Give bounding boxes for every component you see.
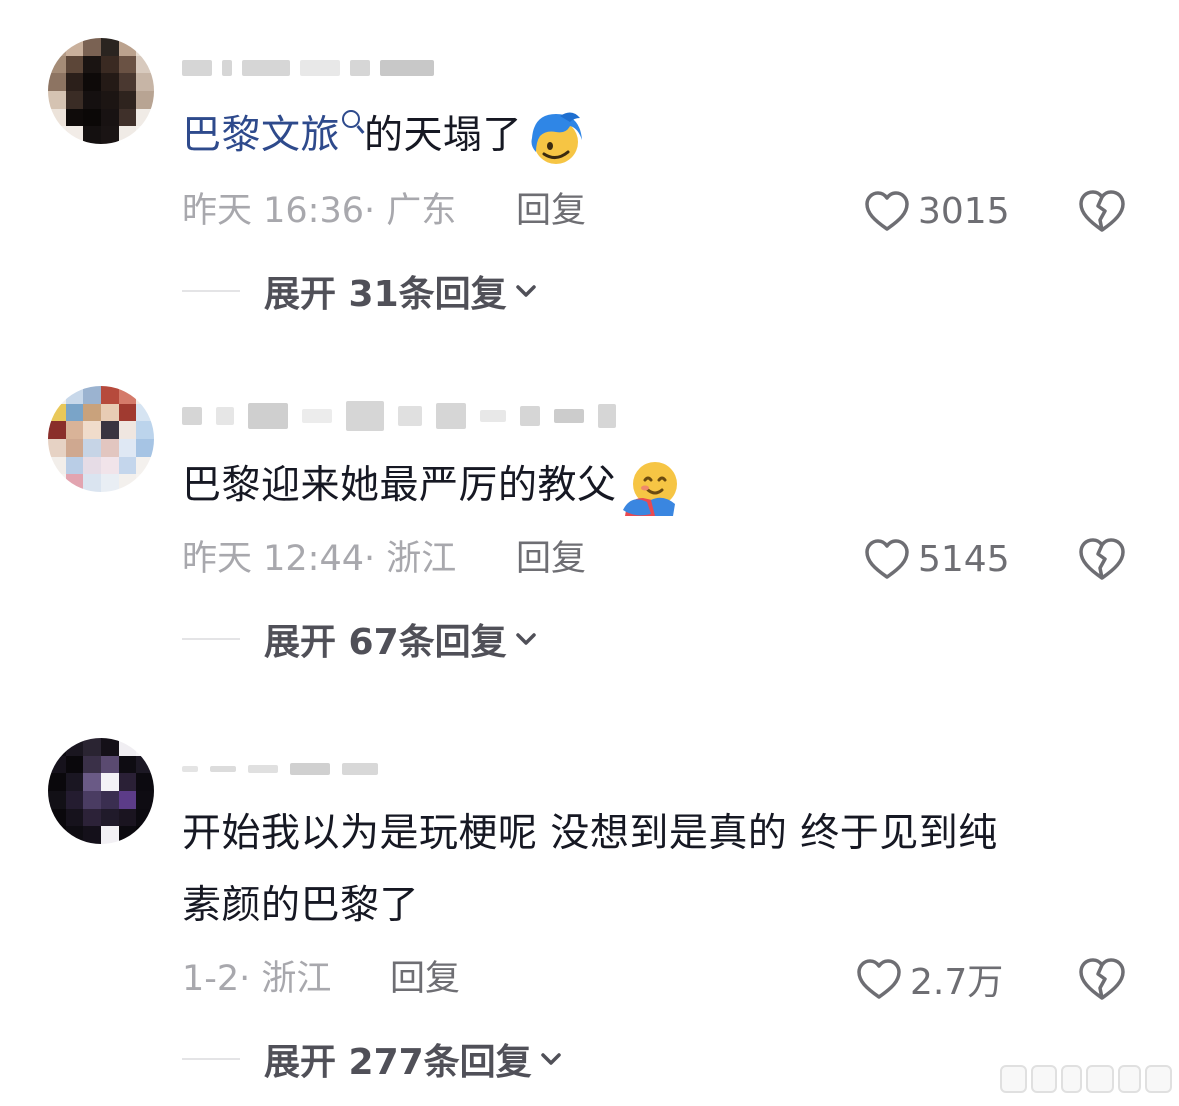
- comment-text-line: 开始我以为是玩梗呢 没想到是真的 终于见到纯: [182, 811, 998, 856]
- search-icon: [342, 110, 361, 128]
- comment-location: · 浙江: [364, 539, 457, 579]
- expand-replies-label: 展开 31条回复: [264, 274, 507, 315]
- comment-meta: 昨天 16:36· 广东: [182, 186, 456, 236]
- reply-button[interactable]: 回复: [390, 954, 460, 1004]
- comment-location: · 广东: [364, 191, 457, 231]
- chevron-down-icon: [515, 285, 536, 297]
- comment-text-line: 素颜的巴黎了: [182, 883, 420, 928]
- expand-replies[interactable]: 展开 31条回复: [182, 266, 537, 316]
- hugging-face-emoji: [622, 461, 677, 516]
- like-button[interactable]: 5145: [864, 534, 1010, 584]
- comment-text: 巴黎迎来她最严厉的教父: [182, 450, 1109, 522]
- avatar[interactable]: [48, 386, 154, 492]
- expand-replies[interactable]: 展开 277条回复: [182, 1034, 562, 1084]
- dislike-button[interactable]: [1078, 534, 1130, 584]
- chevron-down-icon: [540, 1053, 561, 1065]
- like-count: 2.7万: [910, 962, 1004, 1003]
- username-blurred[interactable]: [182, 400, 616, 432]
- watermark: [1000, 1062, 1172, 1096]
- expand-replies-label: 展开 277条回复: [264, 1042, 532, 1083]
- heart-outline-icon: [865, 191, 909, 231]
- comment-meta: 昨天 12:44· 浙江: [182, 534, 456, 584]
- dislike-button[interactable]: [1078, 186, 1130, 236]
- broken-heart-icon: [1079, 958, 1125, 1000]
- blue-hair-smiling-face-emoji: [531, 111, 583, 164]
- comment-time: 昨天 16:36: [182, 191, 364, 231]
- divider: [182, 290, 240, 292]
- expand-replies[interactable]: 展开 67条回复: [182, 614, 537, 664]
- comment-location: · 浙江: [239, 959, 332, 999]
- avatar[interactable]: [48, 738, 154, 844]
- comment-meta: 1-2· 浙江: [182, 954, 331, 1004]
- reply-button[interactable]: 回复: [516, 534, 586, 584]
- like-count: 5145: [918, 538, 1010, 580]
- like-count: 3015: [918, 190, 1010, 232]
- reply-button[interactable]: 回复: [516, 186, 586, 236]
- chevron-down-icon: [515, 633, 536, 645]
- topic-link[interactable]: 巴黎文旅: [182, 110, 364, 158]
- username-blurred[interactable]: [182, 762, 378, 776]
- comment-text: 巴黎文旅 的天塌了: [182, 100, 1109, 172]
- username-blurred[interactable]: [182, 58, 434, 78]
- divider: [182, 1058, 240, 1060]
- comment-time: 昨天 12:44: [182, 539, 364, 579]
- comment-text: 开始我以为是玩梗呢 没想到是真的 终于见到纯 素颜的巴黎了: [182, 798, 1109, 942]
- divider: [182, 638, 240, 640]
- avatar[interactable]: [48, 38, 154, 144]
- broken-heart-icon: [1079, 538, 1125, 580]
- heart-outline-icon: [857, 959, 901, 999]
- expand-replies-label: 展开 67条回复: [264, 622, 507, 663]
- heart-outline-icon: [865, 539, 909, 579]
- dislike-button[interactable]: [1078, 954, 1130, 1004]
- broken-heart-icon: [1079, 190, 1125, 232]
- like-button[interactable]: 2.7万: [856, 954, 1003, 1004]
- like-button[interactable]: 3015: [864, 186, 1010, 236]
- comment-time: 1-2: [182, 959, 240, 999]
